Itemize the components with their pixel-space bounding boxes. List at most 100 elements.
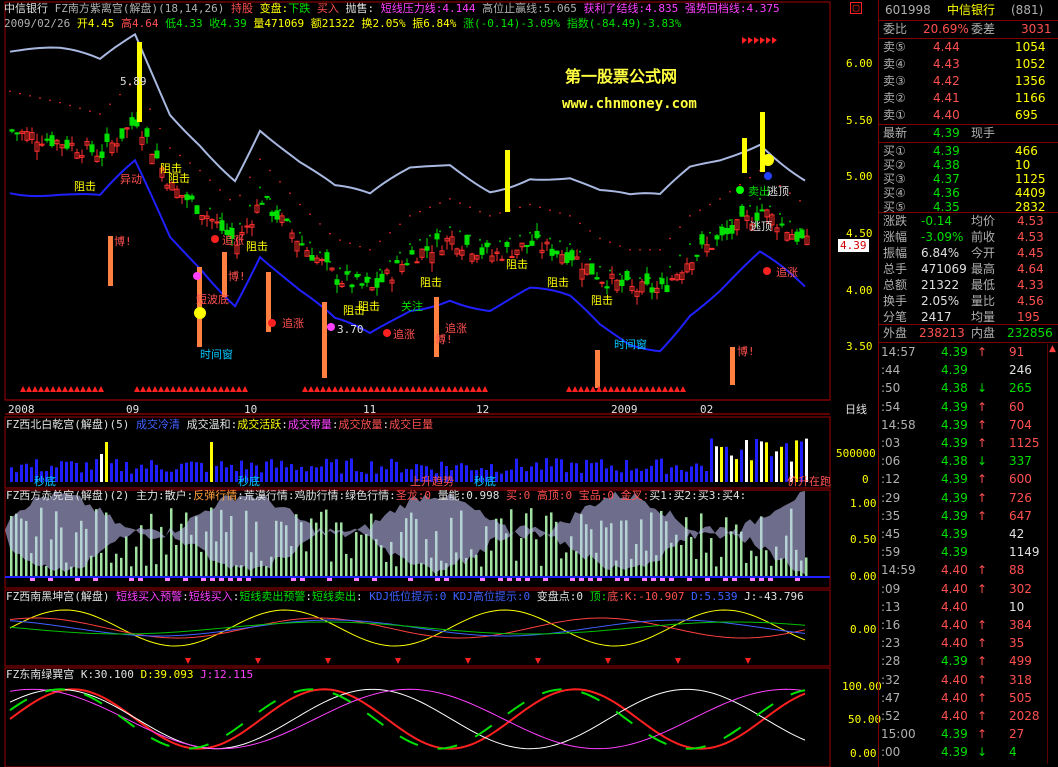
p5-d: D:39.093: [140, 668, 194, 681]
dotted-line: [679, 254, 681, 257]
volume-bar: [540, 469, 543, 482]
dotted-line: [39, 97, 41, 99]
title-params: (18,14,26): [158, 2, 225, 15]
volume-bar: [355, 471, 358, 482]
p4-t3: 短线卖出预警: [239, 590, 306, 603]
flow-bar: [560, 558, 563, 577]
time-12: 12: [476, 403, 490, 416]
signal-triangle: [326, 386, 332, 392]
volume-bar: [725, 446, 728, 482]
signal-triangle: [218, 386, 224, 392]
dotted-line: [699, 209, 701, 211]
volume-bar: [350, 458, 353, 482]
flow-bar: [540, 565, 543, 577]
candle-body: [604, 286, 610, 289]
p4-t11: D:5.539: [691, 590, 738, 603]
stat-label: 前收: [971, 230, 996, 244]
dotted-line: [269, 197, 271, 200]
tick-time: :06: [881, 454, 901, 469]
stat-label: 总额: [883, 278, 908, 292]
annot-zuji-10: 阻击: [591, 294, 613, 307]
sell-order-row: 卖③ 4.42 1356: [879, 73, 1058, 90]
flow-tick: [597, 578, 602, 581]
volume-bar: [260, 472, 263, 482]
stat-label: 量比: [971, 294, 996, 308]
volume-bar: [105, 442, 108, 482]
tick-arrow: ↑: [977, 436, 988, 450]
candle-body: [324, 252, 330, 263]
kline-chart-area[interactable]: 中信银行 FZ南方紫离宫(解盘)(18,14,26) 持股 变盘:下跌 买入 抛…: [0, 0, 882, 767]
period-daily-tab[interactable]: 日线: [845, 403, 867, 416]
stock-seq: (881): [1011, 3, 1044, 17]
tick-volume: 704: [1009, 417, 1032, 432]
dotted-line: [9, 90, 11, 93]
dotted-line: [669, 265, 671, 268]
flow-tick: [642, 578, 647, 581]
p4-t6: KDJ高位提示:0: [453, 590, 531, 603]
annot-taoding-1: 逃顶: [767, 185, 789, 198]
flow-tick: [660, 578, 665, 581]
volume-bar: [220, 461, 223, 482]
ohlc-idx: 指数(-84.49)-3.83%: [566, 17, 682, 30]
signal-triangle: [742, 37, 747, 44]
tick-arrow: ↑: [977, 345, 988, 359]
candle-body: [274, 210, 280, 220]
signal-triangle: [74, 386, 80, 392]
dotted-line: [209, 179, 211, 182]
dotted-line: [569, 215, 571, 217]
stat-label: 涨跌: [883, 214, 908, 228]
title-l4: 强势回档线:4.375: [684, 2, 780, 15]
tick-price: 4.40: [941, 599, 968, 614]
candle-body: [739, 205, 745, 217]
dotted-line: [799, 199, 801, 202]
tick-arrow: ↑: [977, 472, 988, 487]
volume-bar: [520, 466, 523, 482]
volume-bar: [650, 465, 653, 482]
flow-tick: [300, 578, 305, 581]
stat-row: 分笔 2417 均量 195: [879, 309, 1058, 326]
flow-bar: [515, 560, 518, 577]
dotted-line: [339, 267, 341, 270]
volume-bar: [190, 461, 193, 482]
ohlc-line: 2009/02/26 开4.45 高4.64 低4.33 收4.39 量4710…: [4, 17, 681, 30]
tick-row: :29 4.39 ↑ 726: [879, 490, 1058, 507]
volume-bar: [470, 470, 473, 482]
candle-body: [374, 278, 380, 288]
signal-triangle: [146, 386, 152, 392]
tick-volume: 647: [1009, 508, 1032, 523]
signal-bar: [505, 150, 510, 212]
volume-bar: [675, 465, 678, 482]
signal-triangle: [578, 386, 584, 392]
flow-bar: [125, 536, 128, 577]
dotted-line: [439, 202, 441, 204]
tick-time: :12: [881, 472, 901, 487]
dotted-line: [609, 241, 611, 244]
tick-row: :28 4.39 ↑ 499: [879, 653, 1058, 670]
volume-bar: [125, 461, 128, 482]
marker-dot: [327, 323, 335, 331]
signal-triangle: [584, 386, 590, 392]
signal-triangle: [760, 37, 765, 44]
stat-label: 最低: [971, 278, 996, 292]
dotted-line: [329, 232, 331, 235]
dotted-line: [759, 197, 761, 200]
close-chart-icon[interactable]: ▢: [850, 2, 862, 14]
flow-bar: [700, 513, 703, 577]
order-price: 4.42: [933, 74, 960, 88]
xianshou-label: 现手: [971, 126, 996, 140]
signal-triangle: [446, 386, 452, 392]
signal-triangle: [152, 386, 158, 392]
signal-triangle: [206, 386, 212, 392]
flow-bar: [135, 546, 138, 577]
signal-triangle: [656, 386, 662, 392]
signal-triangle: [470, 386, 476, 392]
signal-bar: [742, 138, 747, 173]
signal-triangle: [638, 386, 644, 392]
volume-bar: [510, 469, 513, 482]
panel5-title: FZ东南绿巽宫 K:30.100 D:39.093 J:12.115: [6, 668, 253, 681]
order-price: 4.41: [933, 91, 960, 105]
tick-arrow: ↑: [977, 654, 988, 669]
tick-time: :16: [881, 618, 901, 632]
tick-arrow: ↑: [977, 581, 988, 596]
p3-axis-0: 1.00: [850, 497, 877, 510]
